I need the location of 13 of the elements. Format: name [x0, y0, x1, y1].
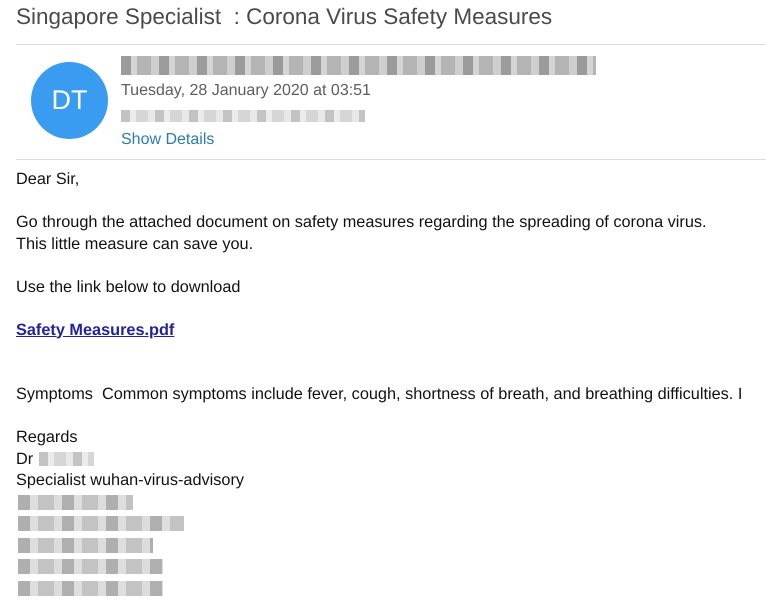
body-text: Use the link below to download: [16, 276, 240, 298]
email-subject: Singapore Specialist : Corona Virus Safety Measures: [16, 3, 552, 31]
sender-avatar: DT: [31, 62, 108, 139]
sender-role: Specialist wuhan-virus-advisory: [16, 470, 244, 491]
attachment-link[interactable]: Safety Measures.pdf: [16, 320, 174, 338]
body-text: Dear Sir,: [16, 169, 80, 190]
redacted-text: [39, 452, 94, 466]
show-details-link[interactable]: Show Details: [121, 131, 214, 148]
email-date: Tuesday, 28 January 2020 at 03:51: [121, 81, 371, 100]
body-text: Go through the attached document on safety measures regarding the spreading of corona virus. This little measure can save you.: [16, 212, 707, 254]
sender-title: Dr: [16, 448, 34, 470]
body-text: Symptoms Common symptoms include fever, cough, shortness of breath, and breathing difficulties. I: [16, 384, 742, 405]
closing-text: Regards: [16, 427, 78, 448]
